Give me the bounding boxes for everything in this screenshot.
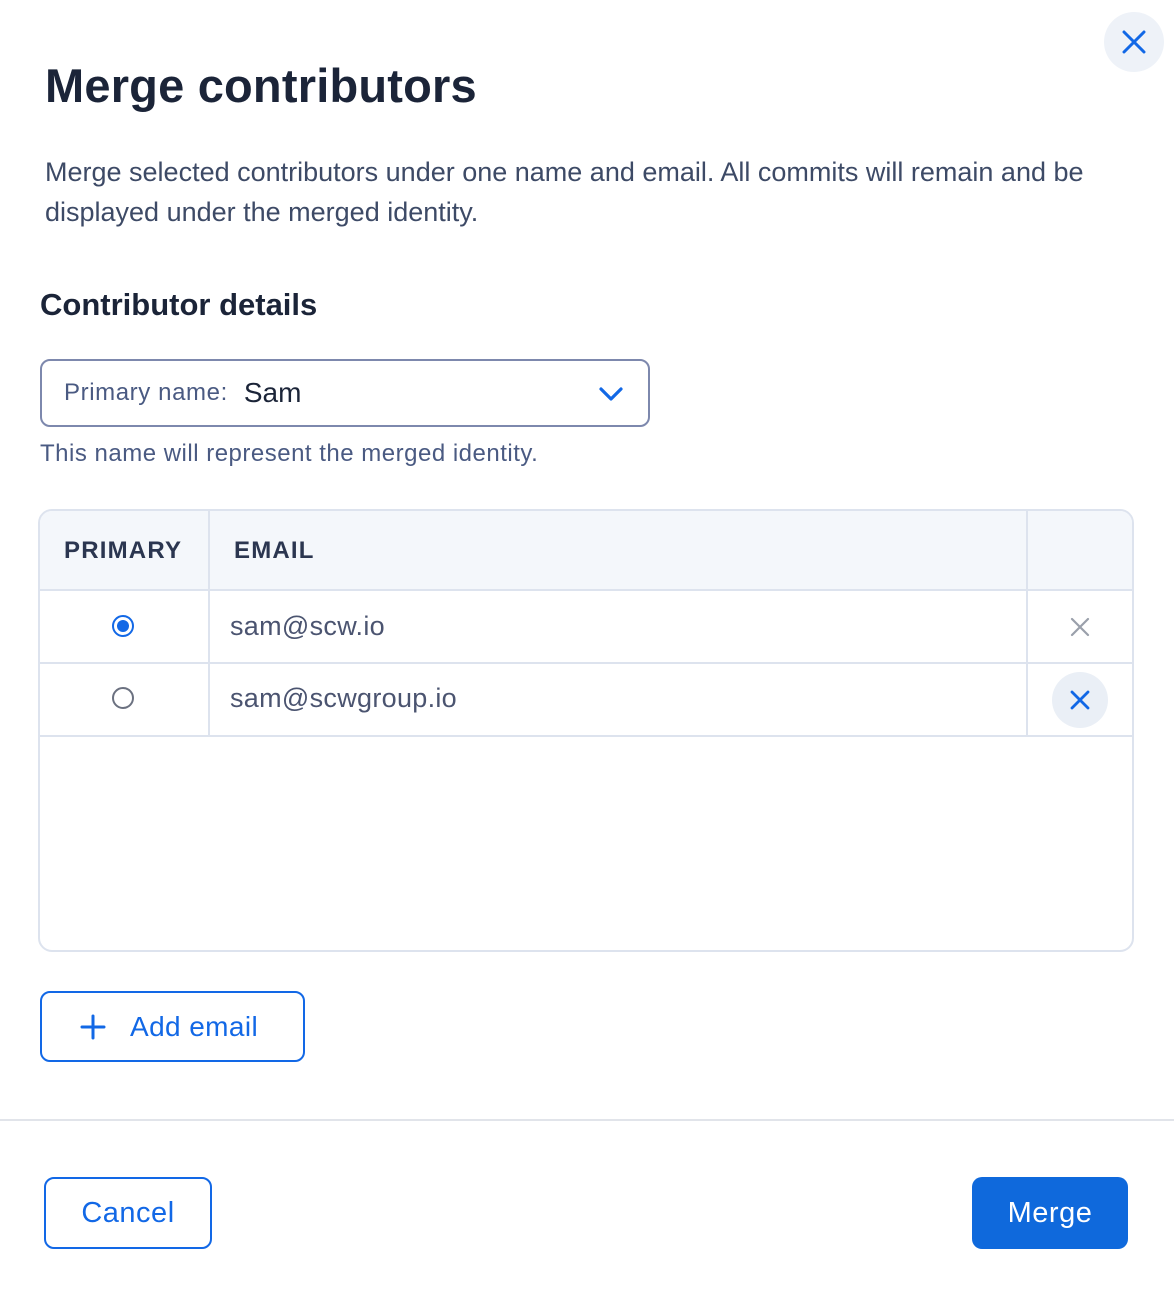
close-icon — [1070, 617, 1090, 637]
merge-button[interactable]: Merge — [972, 1177, 1128, 1249]
remove-email-button[interactable] — [1052, 599, 1108, 655]
close-icon — [1122, 30, 1146, 54]
plus-icon — [80, 1014, 106, 1039]
dialog-description: Merge selected contributors under one na… — [45, 157, 1084, 227]
close-button[interactable] — [1104, 12, 1164, 72]
cancel-button[interactable]: Cancel — [44, 1177, 212, 1249]
column-header-email: EMAIL — [234, 537, 315, 564]
remove-email-button[interactable] — [1052, 672, 1108, 728]
emails-table: PRIMARY EMAIL sam@scw.io sam@scwgroup.io — [38, 509, 1134, 952]
email-cell: sam@scwgroup.io — [230, 683, 457, 713]
add-email-label: Add email — [130, 1010, 259, 1042]
section-title: Contributor details — [40, 287, 318, 322]
primary-radio-selected[interactable] — [112, 615, 134, 637]
add-email-button[interactable]: Add email — [40, 991, 305, 1062]
email-cell: sam@scw.io — [230, 611, 385, 641]
primary-name-value: Sam — [243, 377, 302, 408]
table-row: sam@scwgroup.io — [40, 664, 1132, 737]
primary-radio[interactable] — [112, 687, 134, 709]
dialog-title: Merge contributors — [45, 59, 477, 112]
chevron-down-icon — [599, 387, 623, 401]
close-icon — [1070, 690, 1090, 710]
primary-name-helper: This name will represent the merged iden… — [40, 440, 539, 467]
merge-contributors-dialog: Merge contributors Merge selected contri… — [0, 0, 1174, 1290]
table-row: sam@scw.io — [40, 591, 1132, 664]
primary-name-label: Primary name: — [64, 379, 228, 406]
column-header-primary: PRIMARY — [64, 537, 183, 564]
footer-divider — [0, 1119, 1174, 1121]
table-header: PRIMARY EMAIL — [40, 511, 1132, 591]
primary-name-select[interactable]: Primary name: Sam — [40, 359, 650, 427]
